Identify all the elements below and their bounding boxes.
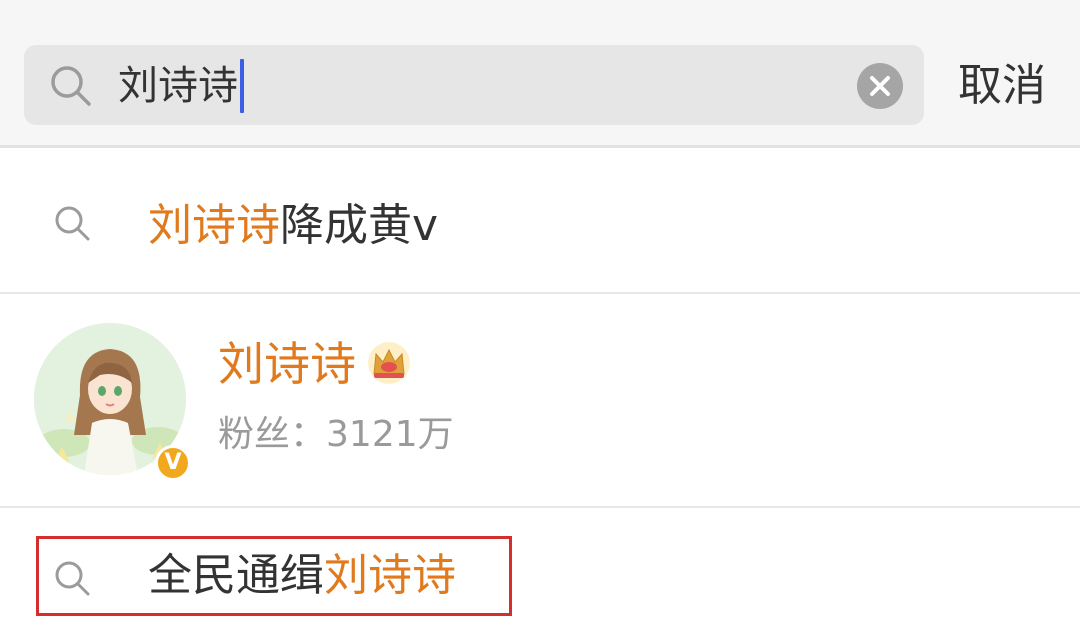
suggestion-row[interactable]: 刘诗诗降成黄v xyxy=(0,150,1080,292)
fans-count: 3121万 xyxy=(326,414,454,455)
suggestion-highlight: 刘诗诗 xyxy=(148,200,280,251)
fans-count-line: 粉丝：3121万 xyxy=(218,410,454,460)
text-caret xyxy=(240,59,244,113)
search-input-value: 刘诗诗 xyxy=(118,63,238,109)
clear-icon xyxy=(870,76,890,96)
search-icon xyxy=(55,206,90,241)
suggestion-rest: 降成黄v xyxy=(280,200,439,251)
search-icon xyxy=(51,66,91,106)
suggestion-text: 刘诗诗降成黄v xyxy=(148,196,438,256)
annotation-highlight-box xyxy=(36,536,512,616)
crown-icon xyxy=(368,342,410,384)
cancel-button[interactable]: 取消 xyxy=(958,56,1046,116)
verified-badge: V xyxy=(155,445,191,481)
clear-search-button[interactable] xyxy=(857,63,903,109)
fans-label: 粉丝： xyxy=(218,414,327,455)
user-name[interactable]: 刘诗诗 xyxy=(218,334,356,394)
search-input[interactable]: 刘诗诗 xyxy=(118,58,244,114)
